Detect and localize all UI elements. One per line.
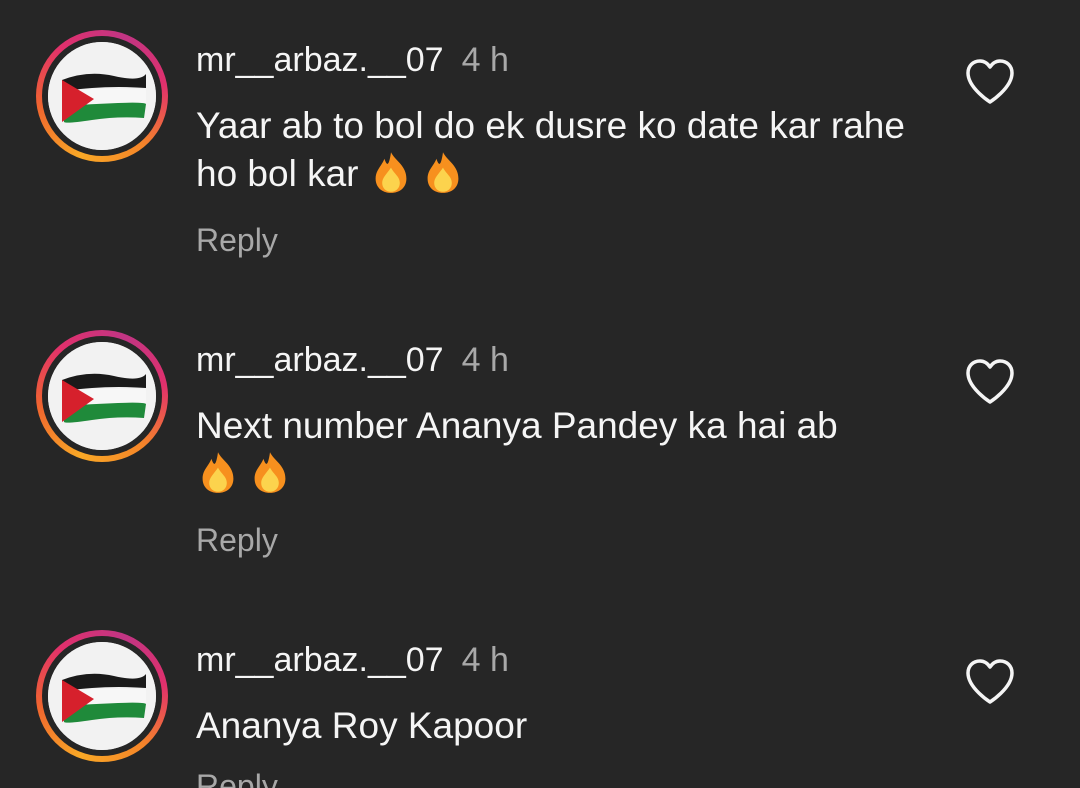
heart-outline-icon[interactable] [964, 658, 1016, 706]
timestamp: 4 h [461, 341, 509, 379]
comment-item: mr__arbaz.__07 4 h Ananya Roy Kapoor Repl… [0, 600, 1080, 788]
comment-body: Ananya Roy Kapoor [196, 705, 528, 746]
comment-meta: mr__arbaz.__07 4 h [196, 40, 509, 80]
fire-emoji-icon [427, 152, 459, 193]
comment-meta: mr__arbaz.__07 4 h [196, 640, 509, 680]
avatar [48, 642, 156, 750]
comments-list: mr__arbaz.__07 4 h Yaar ab to bol do ek d… [0, 0, 1080, 788]
palestine-flag-icon [48, 342, 156, 450]
reply-button[interactable]: Reply [196, 766, 278, 788]
timestamp: 4 h [461, 41, 509, 79]
timestamp: 4 h [461, 641, 509, 679]
avatar-story-ring[interactable] [36, 330, 168, 462]
comment-text: Ananya Roy Kapoor [196, 702, 936, 750]
fire-emoji-icon [254, 452, 286, 493]
palestine-flag-icon [48, 42, 156, 150]
username[interactable]: mr__arbaz.__07 [196, 41, 444, 79]
comment-item: mr__arbaz.__07 4 h Next number Ananya Pan… [0, 300, 1080, 600]
comment-meta: mr__arbaz.__07 4 h [196, 340, 509, 380]
avatar [48, 342, 156, 450]
avatar-story-ring[interactable] [36, 630, 168, 762]
reply-button[interactable]: Reply [196, 220, 278, 260]
comment-body: Yaar ab to bol do ek dusre ko date kar r… [196, 105, 905, 194]
comment-body: Next number Ananya Pandey ka hai ab [196, 405, 838, 446]
avatar [48, 42, 156, 150]
reply-button[interactable]: Reply [196, 520, 278, 560]
heart-outline-icon[interactable] [964, 358, 1016, 406]
avatar-story-ring[interactable] [36, 30, 168, 162]
fire-emoji-icon [202, 452, 234, 493]
comment-text: Yaar ab to bol do ek dusre ko date kar r… [196, 102, 936, 198]
comment-text: Next number Ananya Pandey ka hai ab [196, 402, 936, 498]
comment-item: mr__arbaz.__07 4 h Yaar ab to bol do ek d… [0, 0, 1080, 300]
palestine-flag-icon [48, 642, 156, 750]
username[interactable]: mr__arbaz.__07 [196, 341, 444, 379]
username[interactable]: mr__arbaz.__07 [196, 641, 444, 679]
heart-outline-icon[interactable] [964, 58, 1016, 106]
fire-emoji-icon [375, 152, 407, 193]
